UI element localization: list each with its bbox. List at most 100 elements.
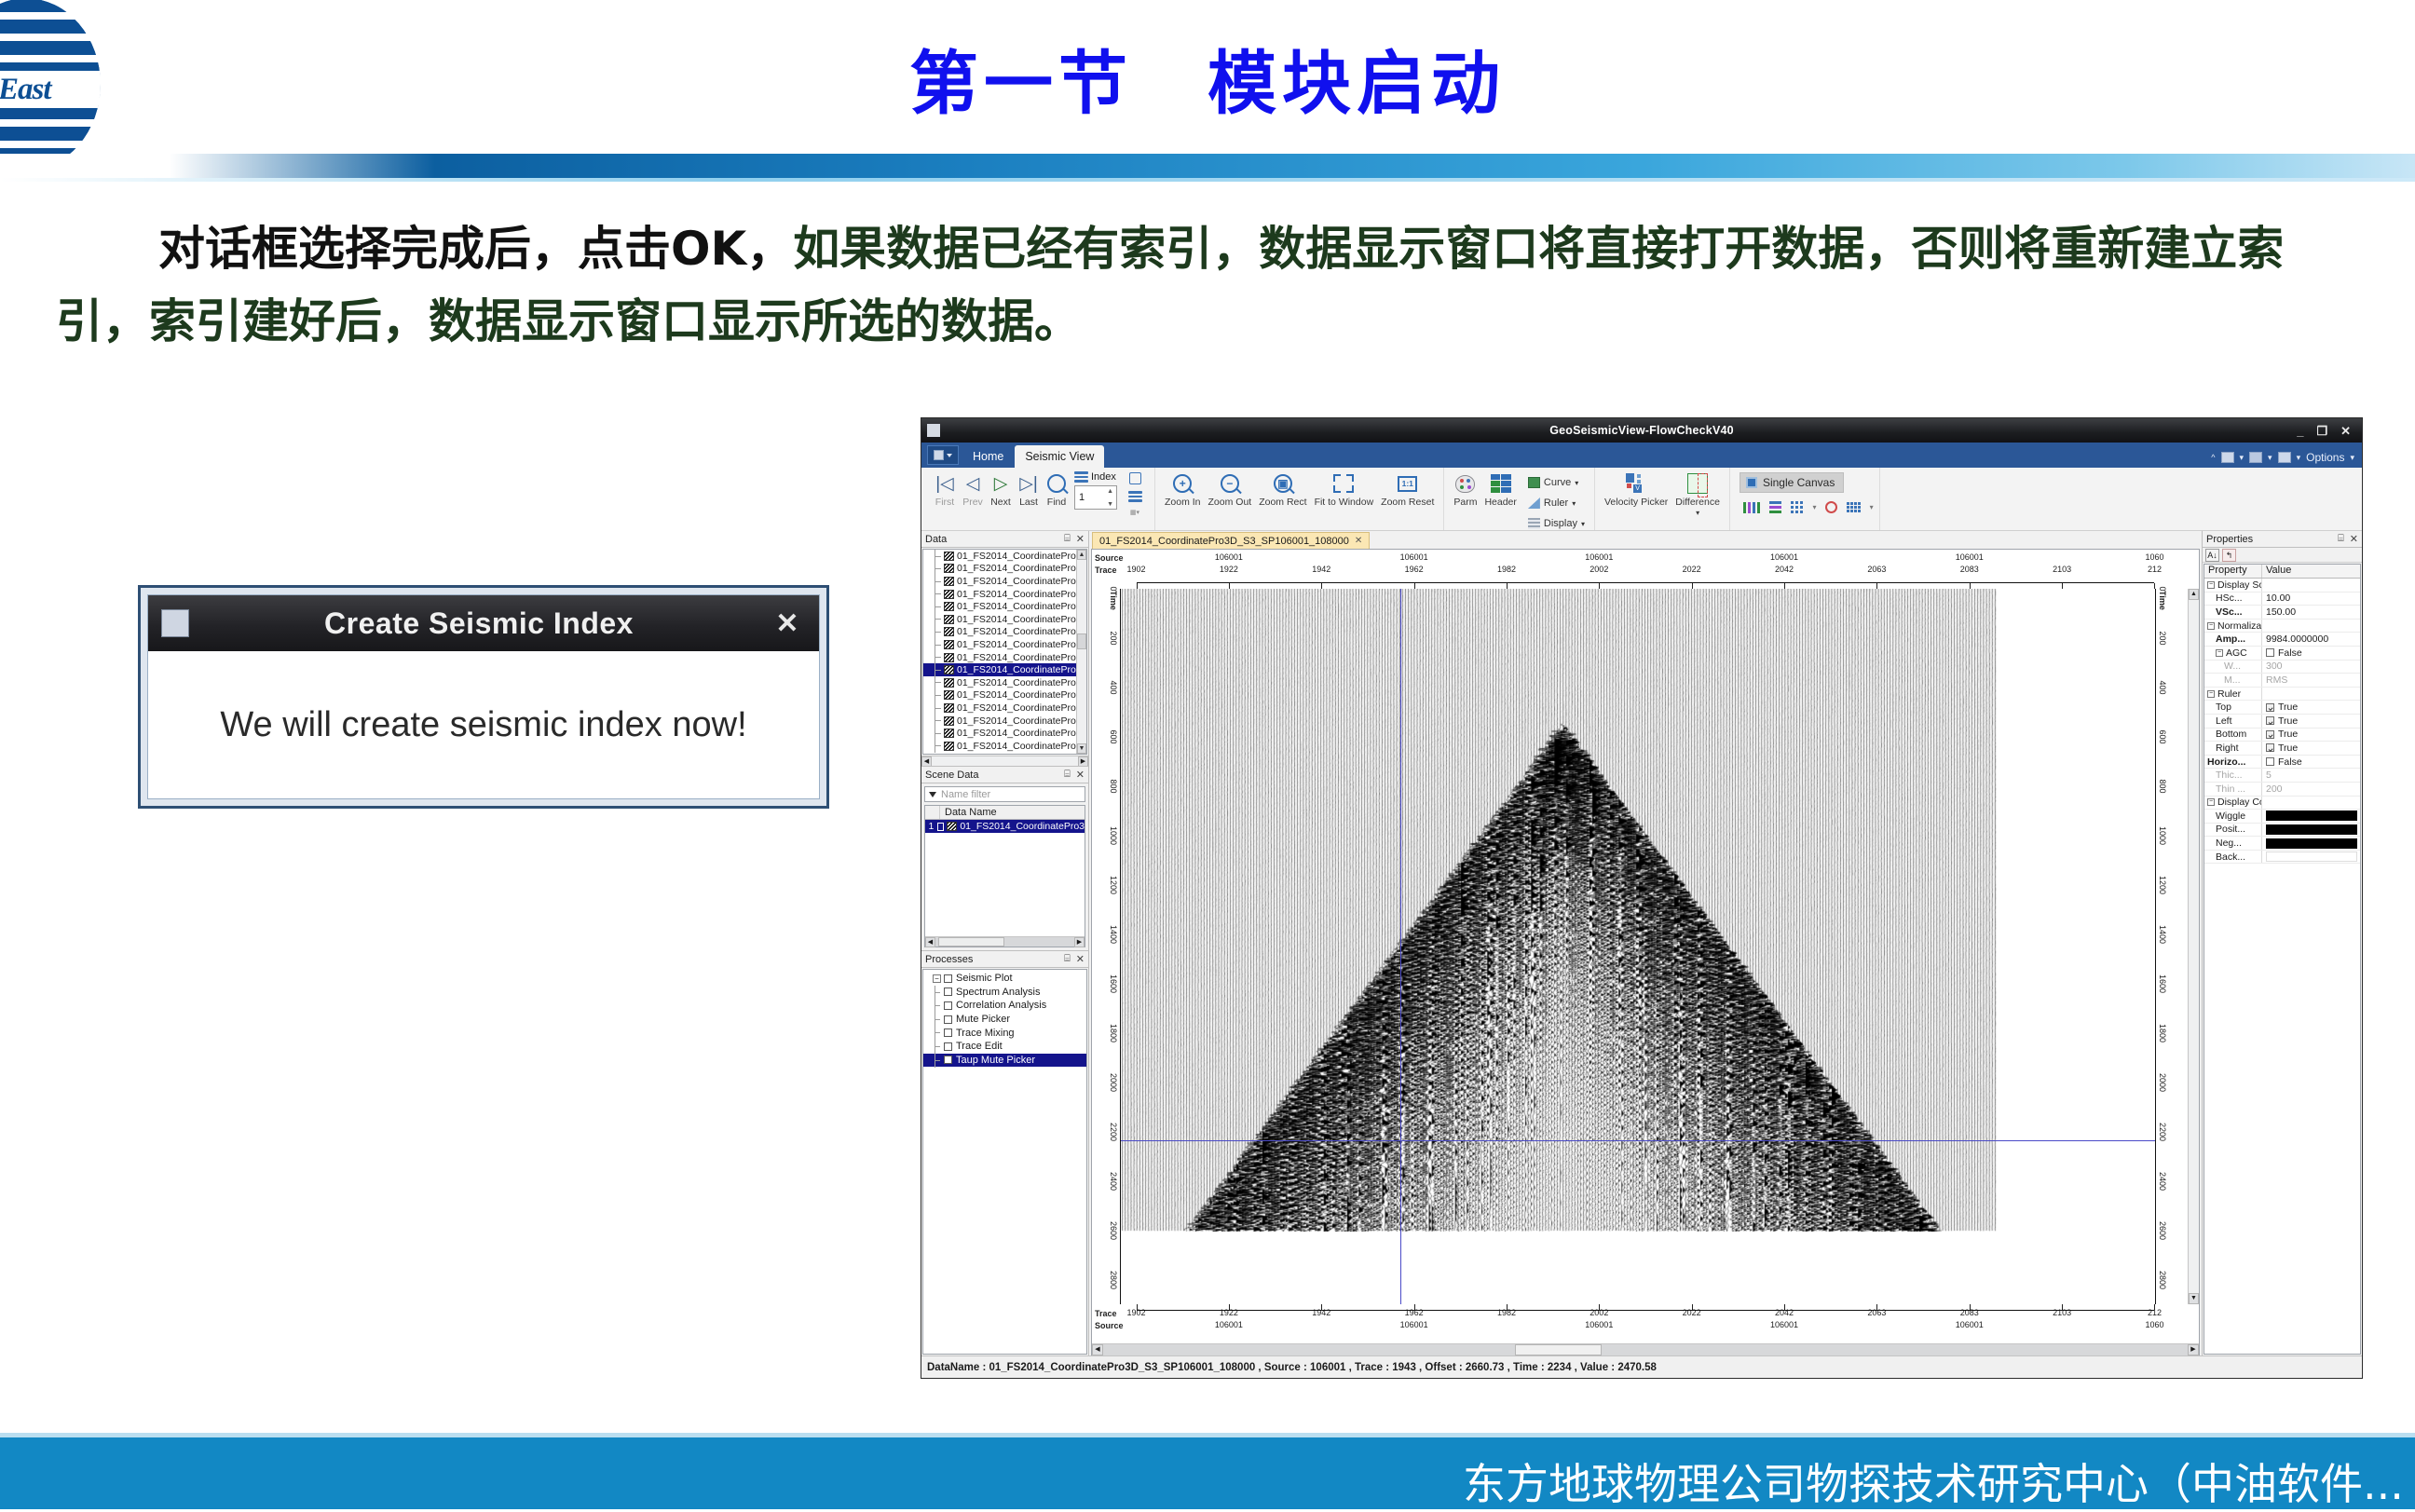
window-system-icon[interactable]: [161, 609, 189, 637]
expand-icon[interactable]: −: [2207, 798, 2215, 807]
first-button[interactable]: |◁ First: [931, 470, 959, 509]
table-row[interactable]: 1 01_FS2014_CoordinatePro3: [925, 820, 1085, 833]
seismic-trace-canvas[interactable]: [1121, 589, 1997, 1232]
scroll-thumb[interactable]: [1515, 1343, 1603, 1355]
property-row[interactable]: Thin ... 200: [2204, 782, 2360, 797]
property-row[interactable]: M... RMS: [2204, 674, 2360, 688]
windows-icon[interactable]: [2249, 452, 2263, 463]
data-tree-item[interactable]: 01_FS2014_CoordinatePro3: [923, 688, 1086, 702]
scroll-left-icon[interactable]: ◀: [925, 936, 935, 947]
scene-hscroll[interactable]: ◀ ▶: [925, 936, 1085, 947]
process-item[interactable]: Mute Picker: [923, 1012, 1086, 1027]
zoom-rect-button[interactable]: ▣ Zoom Rect: [1255, 470, 1310, 509]
property-checkbox[interactable]: [2266, 757, 2274, 767]
process-root[interactable]: − Seismic Plot: [923, 972, 1086, 986]
property-checkbox[interactable]: [2266, 743, 2274, 753]
data-tree-item[interactable]: 01_FS2014_CoordinatePro3: [923, 702, 1086, 715]
chevron-down-icon[interactable]: ▾: [1581, 520, 1585, 528]
data-tree-scrollbar[interactable]: ▲ ▼: [1076, 550, 1086, 754]
curve-button[interactable]: Curve ▾: [1527, 472, 1585, 493]
chevron-down-icon[interactable]: ▾: [1696, 510, 1699, 517]
expand-icon[interactable]: −: [2207, 689, 2215, 698]
property-row[interactable]: Posit...: [2204, 823, 2360, 838]
pin-icon[interactable]: ⌸: [1064, 953, 1071, 965]
data-tree-item[interactable]: 01_FS2014_CoordinatePro3: [923, 650, 1086, 664]
property-row[interactable]: Amp... 9984.0000000: [2204, 633, 2360, 647]
data-tree-item[interactable]: 01_FS2014_CoordinatePro3: [923, 638, 1086, 651]
process-item[interactable]: Trace Mixing: [923, 1026, 1086, 1040]
data-tree-item[interactable]: 01_FS2014_CoordinatePro3: [923, 714, 1086, 728]
property-row[interactable]: Back...: [2204, 850, 2360, 865]
rows-icon[interactable]: [1769, 501, 1782, 513]
property-row[interactable]: Horizo... False: [2204, 755, 2360, 770]
color-swatch[interactable]: [2266, 851, 2357, 863]
close-icon[interactable]: ✕: [1076, 533, 1085, 545]
data-tree[interactable]: 01_FS2014_CoordinatePro3 01_FS2014_Coordi…: [922, 549, 1087, 755]
application-menu-button[interactable]: [927, 445, 959, 465]
scroll-left-icon[interactable]: ◀: [921, 756, 932, 767]
spin-down-icon[interactable]: ▼: [1107, 501, 1113, 508]
property-row[interactable]: − AGC False: [2204, 646, 2360, 661]
scroll-thumb[interactable]: [1077, 633, 1086, 649]
more-icon[interactable]: ▦▾: [1130, 509, 1139, 516]
expand-icon[interactable]: −: [933, 974, 941, 983]
close-icon[interactable]: ✕: [1076, 953, 1085, 965]
data-tree-item[interactable]: 01_FS2014_CoordinatePro3: [923, 625, 1086, 639]
zoom-in-button[interactable]: + Zoom In: [1161, 470, 1205, 509]
process-item[interactable]: Taup Mute Picker: [923, 1053, 1086, 1068]
last-button[interactable]: ▷| Last: [1015, 470, 1043, 509]
columns-icon[interactable]: [1742, 501, 1761, 513]
process-checkbox[interactable]: [944, 1056, 952, 1065]
process-checkbox[interactable]: [944, 988, 952, 997]
property-row[interactable]: VSc... 150.00: [2204, 606, 2360, 620]
minimize-icon[interactable]: _: [2297, 425, 2303, 437]
index-input[interactable]: 1 ▲ ▼: [1074, 485, 1117, 510]
property-row[interactable]: −Display Scale: [2204, 579, 2360, 593]
camera-icon[interactable]: [1128, 472, 1141, 484]
row-checkbox[interactable]: [936, 822, 945, 831]
expand-icon[interactable]: −: [2216, 648, 2223, 657]
maximize-icon[interactable]: ❐: [2316, 425, 2327, 437]
color-swatch[interactable]: [2266, 824, 2357, 835]
scroll-right-icon[interactable]: ▶: [2188, 1343, 2199, 1355]
prev-button[interactable]: ◁ Prev: [959, 470, 987, 509]
property-row[interactable]: Wiggle: [2204, 810, 2360, 824]
expand-icon[interactable]: −: [2207, 621, 2215, 630]
data-tree-item[interactable]: 01_FS2014_CoordinatePro3: [923, 575, 1086, 588]
chevron-down-icon[interactable]: ▾: [2240, 453, 2244, 463]
chevron-down-icon[interactable]: ▾: [1870, 503, 1874, 511]
grid-icon[interactable]: [1791, 501, 1804, 513]
property-row[interactable]: HSc... 10.00: [2204, 592, 2360, 606]
scroll-right-icon[interactable]: ▶: [1074, 936, 1085, 947]
close-icon[interactable]: ✕: [1355, 536, 1362, 546]
zoom-out-button[interactable]: − Zoom Out: [1205, 470, 1256, 509]
property-row[interactable]: Right True: [2204, 742, 2360, 756]
scroll-up-icon[interactable]: ▲: [1077, 550, 1086, 560]
pin-icon[interactable]: ⌸: [1064, 533, 1071, 545]
data-tree-hscroll[interactable]: ◀ ▶: [921, 756, 1088, 767]
data-tree-item[interactable]: 01_FS2014_CoordinatePro3: [923, 663, 1086, 676]
property-row[interactable]: W... 300: [2204, 660, 2360, 674]
property-checkbox[interactable]: [2266, 648, 2274, 658]
parm-button[interactable]: Parm: [1450, 470, 1480, 509]
chevron-down-icon[interactable]: ▾: [2268, 453, 2272, 463]
chevron-down-icon[interactable]: ▾: [1575, 479, 1578, 487]
property-row[interactable]: −Normalization: [2204, 619, 2360, 633]
close-icon[interactable]: ✕: [1076, 769, 1085, 781]
single-canvas-toggle[interactable]: Single Canvas: [1739, 472, 1845, 493]
data-tree-item[interactable]: 01_FS2014_CoordinatePro3: [923, 550, 1086, 563]
properties-grid[interactable]: Property Value −Display ScaleHSc...10.00…: [2204, 564, 2361, 1355]
layout-icon[interactable]: [2220, 452, 2234, 463]
scroll-thumb[interactable]: [937, 937, 1005, 947]
velocity-picker-button[interactable]: V Velocity Picker: [1601, 470, 1671, 509]
refresh-icon[interactable]: [1825, 501, 1838, 513]
seismic-wiggle-plot[interactable]: [1120, 589, 2156, 1304]
expand-icon[interactable]: −: [2207, 580, 2215, 589]
data-tree-item[interactable]: 01_FS2014_CoordinatePro3: [923, 600, 1086, 613]
options-button[interactable]: Options: [2306, 451, 2344, 464]
find-button[interactable]: Find: [1043, 470, 1071, 509]
pin-icon[interactable]: ⌸: [2338, 533, 2344, 545]
close-icon[interactable]: ✕: [2340, 425, 2351, 437]
next-button[interactable]: ▷ Next: [987, 470, 1015, 509]
data-tree-item[interactable]: 01_FS2014_CoordinatePro3: [923, 612, 1086, 626]
